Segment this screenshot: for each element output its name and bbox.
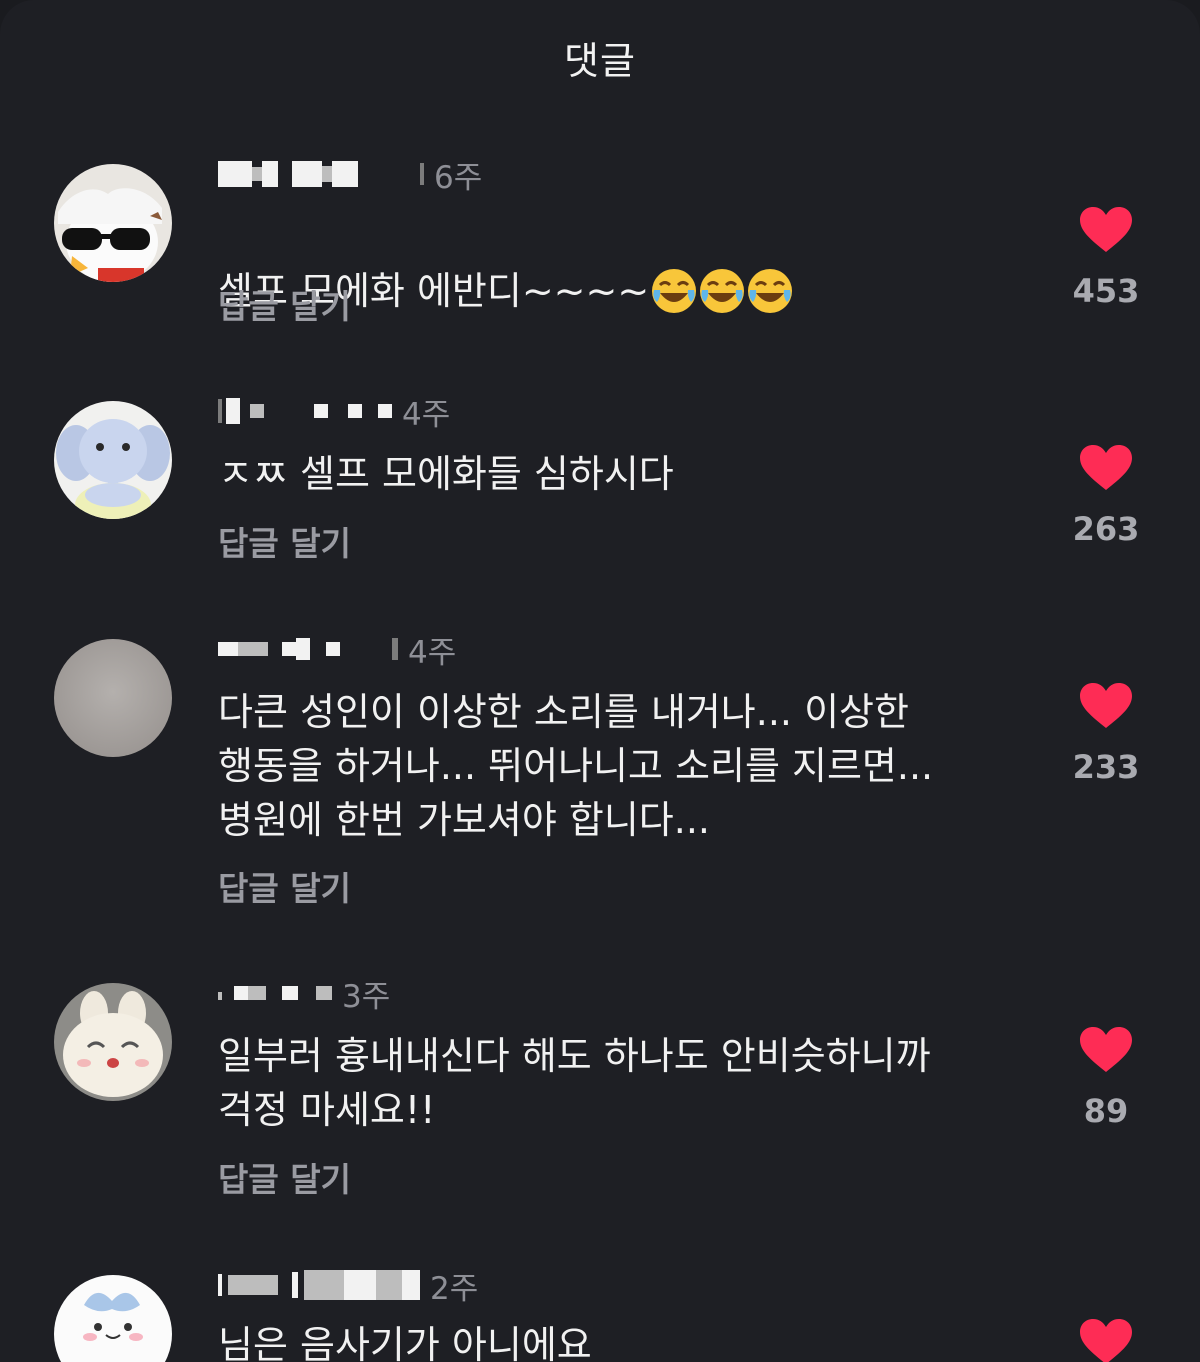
- comment-time: 3주: [342, 978, 391, 1015]
- username-redacted[interactable]: [218, 986, 332, 1000]
- avatar[interactable]: [54, 164, 172, 282]
- heart-icon: [1080, 1027, 1132, 1072]
- username-redacted[interactable]: [218, 398, 392, 424]
- username-redacted[interactable]: [218, 1270, 420, 1300]
- reply-button[interactable]: 답글 달기: [218, 1153, 351, 1201]
- sheet-title: 댓글: [564, 39, 636, 83]
- comment-time: 6주: [434, 159, 483, 196]
- emoji-laughing-icon: [700, 269, 745, 313]
- emoji-laughing-icon: [652, 269, 697, 313]
- comment-meta: 6주: [218, 154, 483, 196]
- like-button[interactable]: 453: [1060, 206, 1152, 310]
- comment-meta: 2주: [218, 1265, 479, 1307]
- like-button[interactable]: 233: [1060, 682, 1152, 786]
- like-count: 233: [1072, 748, 1140, 786]
- comment-time: 4주: [408, 634, 457, 671]
- reply-button[interactable]: 답글 달기: [218, 517, 351, 565]
- reply-button[interactable]: 답글 달기: [218, 862, 351, 910]
- like-button[interactable]: 263: [1060, 444, 1152, 548]
- heart-icon: [1080, 207, 1132, 252]
- comment-text: 님은 음사기가 아니에요: [218, 1323, 592, 1362]
- reply-button[interactable]: 답글 달기: [218, 280, 351, 328]
- comment-meta: 4주: [218, 391, 451, 433]
- like-count: 263: [1072, 510, 1140, 548]
- comments-sheet: 댓글 6주 셀프 모에화 에반디~~~~ 답글 달기 453 4주 ㅈㅉ 셀프 …: [0, 0, 1200, 1362]
- comment-time: 4주: [402, 396, 451, 433]
- comment-meta: 3주: [218, 973, 391, 1015]
- comment-text: 일부러 흉내내신다 해도 하나도 안비슷하니까 걱정 마세요!!: [218, 1034, 931, 1132]
- avatar[interactable]: [54, 1275, 172, 1362]
- comment-text: ㅈㅉ 셀프 모에화들 심하시다: [218, 452, 674, 496]
- emoji-laughing-icon: [748, 269, 793, 313]
- comment-meta: 4주: [218, 629, 457, 671]
- username-redacted[interactable]: [218, 161, 424, 187]
- comment-time: 2주: [430, 1270, 479, 1307]
- comment-text: 다큰 성인이 이상한 소리를 내거나... 이상한 행동을 하거나... 뛰어나…: [218, 690, 934, 842]
- avatar[interactable]: [54, 639, 172, 757]
- like-count: 89: [1083, 1092, 1129, 1130]
- like-button[interactable]: [1060, 1318, 1152, 1362]
- heart-icon: [1080, 445, 1132, 490]
- like-button[interactable]: 89: [1060, 1026, 1152, 1130]
- avatar[interactable]: [54, 983, 172, 1101]
- heart-icon: [1080, 1319, 1132, 1362]
- avatar[interactable]: [54, 401, 172, 519]
- heart-icon: [1080, 683, 1132, 728]
- like-count: 453: [1072, 272, 1140, 310]
- username-redacted[interactable]: [218, 638, 398, 660]
